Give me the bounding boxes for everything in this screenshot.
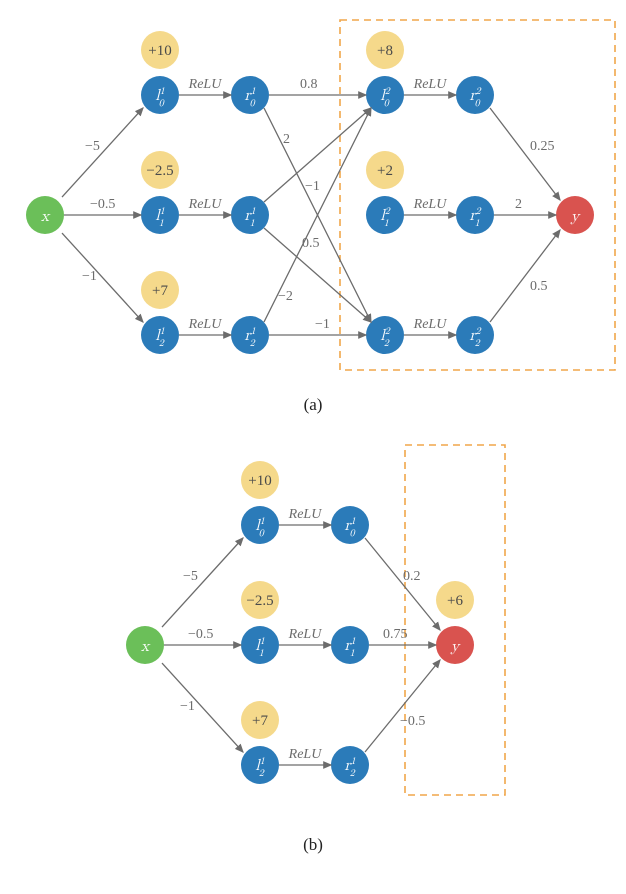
relu-label-b-10: ReLU — [288, 507, 323, 522]
bias-l2-1-label: +2 — [377, 163, 393, 179]
relu-label-b-11: ReLU — [288, 627, 323, 642]
edge-b-r12-y-w: −0.5 — [400, 714, 425, 729]
bias-l1-1-label: −2.5 — [146, 163, 173, 179]
edge-b-x-l10 — [162, 538, 243, 627]
edge-r22-y — [490, 230, 560, 322]
edge-b-r10-y-w: 0.2 — [403, 569, 421, 584]
edge-r11-l22-w: 0.5 — [302, 236, 320, 251]
relu-label-20: ReLU — [413, 77, 448, 92]
edge-b-r10-y — [365, 538, 440, 630]
relu-label-b-12: ReLU — [288, 747, 323, 762]
edge-x-l10-w: −5 — [85, 139, 100, 154]
bias-b-l1-1-label: −2.5 — [246, 593, 273, 609]
edge-r21-y-w: 2 — [515, 197, 522, 212]
diagram-svg: x y +10 −2.5 +7 +8 +2 l10 — [0, 0, 626, 894]
edge-b-r12-y — [365, 660, 440, 752]
edge-r12-l22-w: −1 — [315, 317, 330, 332]
relu-label-10: ReLU — [188, 77, 223, 92]
figure-container: x y +10 −2.5 +7 +8 +2 l10 — [0, 0, 626, 894]
edge-b-x-l10-w: −5 — [183, 569, 198, 584]
relu-label-12: ReLU — [188, 317, 223, 332]
diagram-b: x y +10 −2.5 +7 +6 l10 l11 l12 r10 r11 r… — [126, 445, 505, 854]
relu-label-21: ReLU — [413, 197, 448, 212]
edge-x-l12-w: −1 — [82, 269, 97, 284]
edge-r12-l20-w: −2 — [278, 289, 293, 304]
relu-label-22: ReLU — [413, 317, 448, 332]
node-y-b-label: y — [450, 639, 461, 655]
edge-r20-y — [490, 108, 560, 200]
bias-l1-2-label: +7 — [152, 283, 168, 299]
diagram-a: x y +10 −2.5 +7 +8 +2 l10 — [26, 20, 615, 414]
edge-b-r11-y-w: 0.75 — [383, 627, 408, 642]
caption-b: (b) — [303, 835, 323, 854]
caption-a: (a) — [304, 395, 323, 414]
edge-x-l12 — [62, 233, 143, 322]
edge-r10-l22-w: 2 — [283, 132, 290, 147]
edge-b-x-l12-w: −1 — [180, 699, 195, 714]
edge-r10-l20-w: 0.8 — [300, 77, 318, 92]
edge-r22-y-w: 0.5 — [530, 279, 548, 294]
bias-b-y-label: +6 — [447, 593, 463, 609]
edge-r20-y-w: 0.25 — [530, 139, 555, 154]
relu-label-11: ReLU — [188, 197, 223, 212]
edge-r11-l20-w: −1 — [305, 179, 320, 194]
bias-b-l1-2-label: +7 — [252, 713, 268, 729]
edge-x-l10 — [62, 108, 143, 197]
bias-b-l1-0-label: +10 — [248, 473, 271, 489]
edge-b-x-l11-w: −0.5 — [188, 627, 213, 642]
node-y-a-label: y — [570, 209, 581, 225]
edge-x-l11-w: −0.5 — [90, 197, 115, 212]
highlight-box-b — [405, 445, 505, 795]
bias-l2-0-label: +8 — [377, 43, 393, 59]
edge-b-x-l12 — [162, 663, 243, 752]
bias-l1-0-label: +10 — [148, 43, 171, 59]
